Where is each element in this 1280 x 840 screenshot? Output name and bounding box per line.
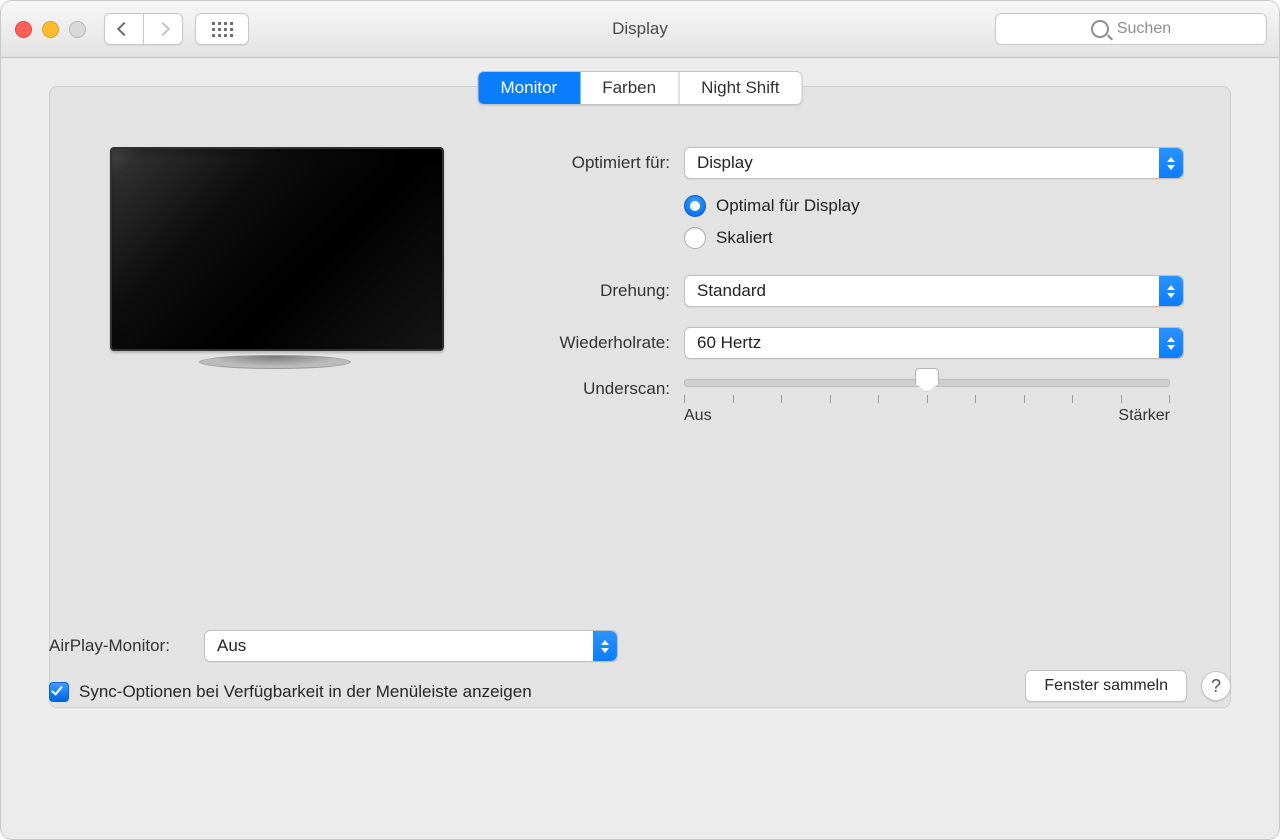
airplay-popup[interactable]: Aus	[204, 630, 618, 662]
resolution-mode-scaled[interactable]: Skaliert	[684, 227, 1170, 249]
sync-options-label: Sync-Optionen bei Verfügbarkeit in der M…	[79, 682, 532, 702]
chevron-left-icon	[117, 22, 131, 36]
refresh-popup[interactable]: 60 Hertz	[684, 327, 1184, 359]
tab-night-shift[interactable]: Night Shift	[679, 72, 801, 104]
radio-checked-icon	[684, 195, 706, 217]
tv-icon	[110, 147, 444, 351]
slider-knob[interactable]	[915, 368, 939, 392]
airplay-value: Aus	[217, 636, 246, 656]
search-icon	[1091, 20, 1109, 38]
underscan-slider[interactable]	[684, 379, 1170, 387]
stepper-icon	[593, 631, 617, 661]
stepper-icon	[1159, 328, 1183, 358]
back-button[interactable]	[104, 13, 144, 45]
underscan-left-label: Aus	[684, 407, 712, 425]
search-field[interactable]: Suchen	[995, 13, 1267, 45]
rotation-popup[interactable]: Standard	[684, 275, 1184, 307]
refresh-label: Wiederholrate:	[500, 333, 684, 353]
optimized-for-popup[interactable]: Display	[684, 147, 1184, 179]
checkbox-checked-icon	[49, 682, 69, 702]
display-illustration	[110, 147, 440, 445]
stepper-icon	[1159, 276, 1183, 306]
radio-unchecked-icon	[684, 227, 706, 249]
refresh-value: 60 Hertz	[697, 333, 761, 353]
search-placeholder: Suchen	[1117, 20, 1171, 38]
close-window-button[interactable]	[15, 21, 32, 38]
display-settings-form: Optimiert für: Display Optimal für Displ…	[500, 147, 1170, 445]
tab-bar: Monitor Farben Night Shift	[478, 71, 803, 105]
grid-icon	[212, 22, 233, 37]
window-controls	[15, 21, 86, 38]
resolution-mode-group: Optimal für Display Skaliert	[684, 195, 1170, 249]
settings-panel: Monitor Farben Night Shift Optimiert für…	[49, 86, 1231, 708]
chevron-right-icon	[156, 22, 170, 36]
airplay-label: AirPlay-Monitor:	[49, 636, 204, 656]
tab-monitor[interactable]: Monitor	[479, 72, 581, 104]
rotation-label: Drehung:	[500, 281, 684, 301]
rotation-value: Standard	[697, 281, 766, 301]
resolution-mode-default[interactable]: Optimal für Display	[684, 195, 1170, 217]
help-button[interactable]: ?	[1201, 671, 1231, 701]
gather-windows-button[interactable]: Fenster sammeln	[1025, 670, 1187, 702]
zoom-window-button	[69, 21, 86, 38]
underscan-label: Underscan:	[500, 379, 684, 399]
stepper-icon	[1159, 148, 1183, 178]
forward-button	[144, 13, 183, 45]
titlebar: Display Suchen	[1, 1, 1279, 58]
tab-colors[interactable]: Farben	[580, 72, 679, 104]
minimize-window-button[interactable]	[42, 21, 59, 38]
tv-stand	[199, 355, 351, 369]
nav-segment	[104, 13, 183, 45]
optimized-for-label: Optimiert für:	[500, 153, 684, 173]
slider-ticks	[684, 395, 1170, 403]
preferences-window: Display Suchen Monitor Farben Night Shif…	[0, 0, 1280, 840]
optimized-for-value: Display	[697, 153, 753, 173]
underscan-right-label: Stärker	[1118, 407, 1170, 425]
show-all-button[interactable]	[195, 13, 249, 45]
